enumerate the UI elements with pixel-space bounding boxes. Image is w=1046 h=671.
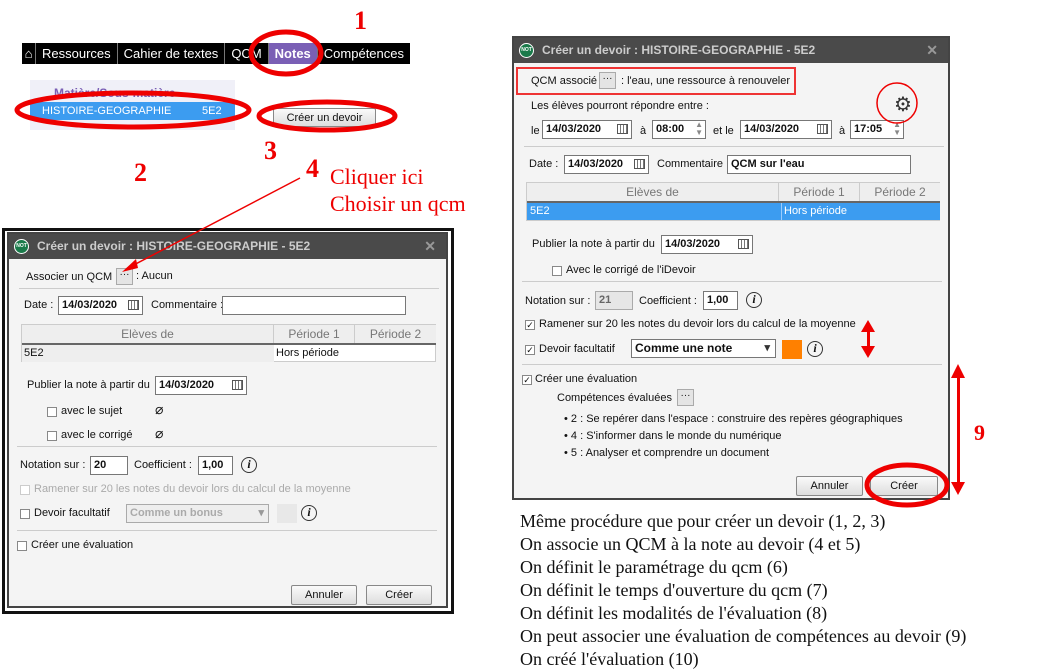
instruction-line: On associe un QCM à la note au devoir (4…: [520, 534, 861, 554]
instruction-line: On définit les modalités de l'évaluation…: [520, 603, 828, 623]
instruction-line: On créé l'évaluation (10): [520, 649, 699, 669]
instruction-line: Même procédure que pour créer un devoir …: [520, 511, 886, 531]
instruction-line: On peut associer une évaluation de compé…: [520, 626, 967, 646]
instruction-line: On définit le paramétrage du qcm (6): [520, 557, 788, 577]
instruction-line: On définit le temps d'ouverture du qcm (…: [520, 580, 828, 600]
subject-row-highlight: [14, 90, 252, 130]
gear-highlight: [876, 82, 918, 124]
notes-tab-highlight: [248, 29, 324, 77]
create-final-highlight: [864, 462, 950, 508]
arrow-to-qcm-button: [127, 177, 301, 269]
instructions: Même procédure que pour créer un devoir …: [520, 510, 966, 671]
create-button-highlight: [256, 99, 398, 133]
